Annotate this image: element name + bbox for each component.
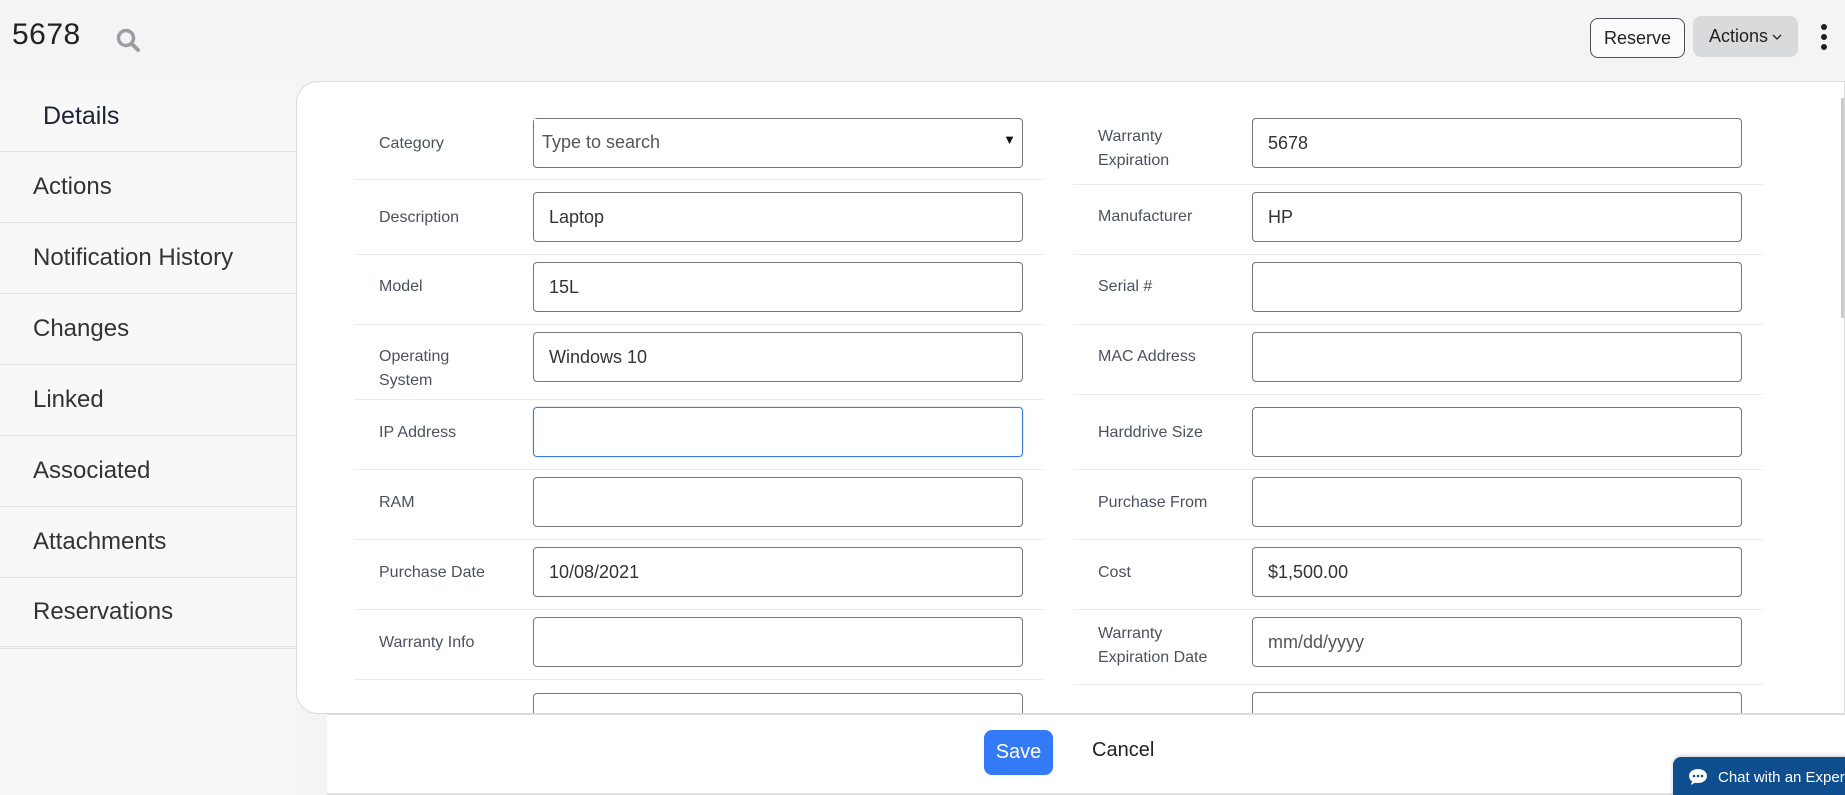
field-label: Description: [379, 209, 460, 226]
field-label: Purchase From: [1098, 494, 1208, 511]
form-row-category: Category ▼: [354, 117, 1044, 180]
caret-down-icon: ▼: [1003, 132, 1016, 147]
sidebar-item-details[interactable]: Details: [0, 81, 296, 152]
field-label: Category: [379, 135, 444, 152]
kebab-dot: [1821, 34, 1827, 40]
field-label: Harddrive Size: [1098, 424, 1203, 441]
form-row-model: Model: [354, 255, 1044, 325]
search-icon[interactable]: [114, 26, 142, 54]
details-panel: Category ▼ Description Model Operating S…: [296, 81, 1845, 714]
form-row-ram: RAM: [354, 470, 1044, 540]
field-label: Warranty Expiration Date: [1098, 625, 1208, 666]
sidebar-nav: Details Actions Notification History Cha…: [0, 81, 296, 795]
form-row-warranty-expiration-date: Warranty Expiration Date: [1073, 610, 1763, 685]
chevron-down-icon: [1772, 34, 1782, 40]
sidebar-item-changes[interactable]: Changes: [0, 294, 296, 365]
sidebar-item-attachments[interactable]: Attachments: [0, 507, 296, 578]
form-row-manufacturer: Manufacturer: [1073, 185, 1763, 255]
form-row-description: Description: [354, 180, 1044, 255]
sidebar-item-notification-history[interactable]: Notification History: [0, 223, 296, 294]
sidebar-item-linked[interactable]: Linked: [0, 365, 296, 436]
field-label: Manufacturer: [1098, 208, 1193, 225]
form-row-operating-system: Operating System: [354, 325, 1044, 400]
kebab-dot: [1821, 24, 1827, 30]
form-row-harddrive-size: Harddrive Size: [1073, 395, 1763, 470]
sidebar-item-associated[interactable]: Associated: [0, 436, 296, 507]
partial-input[interactable]: [1252, 692, 1742, 713]
form-row-cost: Cost: [1073, 540, 1763, 610]
ip-address-input[interactable]: [533, 407, 1023, 457]
sidebar-item-actions[interactable]: Actions: [0, 152, 296, 223]
serial-number-input[interactable]: [1252, 262, 1742, 312]
chat-bubble-icon: [1689, 769, 1707, 785]
field-label: Serial #: [1098, 278, 1153, 295]
model-input[interactable]: [533, 262, 1023, 312]
mac-address-input[interactable]: [1252, 332, 1742, 382]
form-row-partial: [354, 680, 1044, 713]
field-label: Purchase Date: [379, 564, 485, 581]
form-row-warranty-expiration: Warranty Expiration: [1073, 117, 1763, 185]
panel-scrollbar[interactable]: [1841, 98, 1844, 318]
description-input[interactable]: [533, 192, 1023, 242]
field-label: IP Address: [379, 424, 457, 441]
save-button[interactable]: Save: [984, 730, 1053, 775]
manufacturer-input[interactable]: [1252, 192, 1742, 242]
field-label: Warranty Expiration: [1098, 128, 1170, 169]
form-column-left: Category ▼ Description Model Operating S…: [354, 117, 1044, 713]
more-options-icon[interactable]: [1817, 20, 1831, 54]
partial-input[interactable]: [533, 693, 1023, 713]
field-label: Warranty Info: [379, 634, 475, 651]
form-row-serial: Serial #: [1073, 255, 1763, 325]
reserve-button[interactable]: Reserve: [1590, 18, 1685, 58]
field-label: Model: [379, 278, 423, 295]
chat-label: Chat with an Expert: [1718, 768, 1845, 786]
form-row-purchase-date: Purchase Date: [354, 540, 1044, 610]
actions-label: Actions: [1708, 26, 1769, 46]
top-header: 5678 Reserve Actions: [0, 0, 1845, 81]
form-row-ip-address: IP Address: [354, 400, 1044, 470]
field-label: Operating System: [379, 348, 450, 389]
form-column-right: Warranty Expiration Manufacturer Serial …: [1073, 117, 1763, 713]
operating-system-input[interactable]: [533, 332, 1023, 382]
purchase-from-input[interactable]: [1252, 477, 1742, 527]
cancel-button[interactable]: Cancel: [1092, 739, 1154, 762]
form-row-warranty-info: Warranty Info: [354, 610, 1044, 680]
sidebar-item-reservations[interactable]: Reservations: [0, 578, 296, 649]
kebab-dot: [1821, 44, 1827, 50]
field-label: Cost: [1098, 564, 1131, 581]
field-label: MAC Address: [1098, 348, 1196, 365]
warranty-info-input[interactable]: [533, 617, 1023, 667]
field-label: RAM: [379, 494, 415, 511]
cost-input[interactable]: [1252, 547, 1742, 597]
chat-with-expert-button[interactable]: Chat with an Expert: [1673, 757, 1845, 795]
warranty-expiration-input[interactable]: [1252, 118, 1742, 168]
form-footer: Save Cancel: [327, 714, 1845, 795]
purchase-date-input[interactable]: [533, 547, 1023, 597]
category-search-input[interactable]: [534, 119, 974, 165]
form-row-partial: [1073, 685, 1763, 713]
form-row-purchase-from: Purchase From: [1073, 470, 1763, 540]
ram-input[interactable]: [533, 477, 1023, 527]
harddrive-size-input[interactable]: [1252, 407, 1742, 457]
actions-dropdown-button[interactable]: Actions: [1693, 16, 1798, 57]
category-select[interactable]: ▼: [533, 118, 1023, 168]
page-title: 5678: [12, 18, 81, 51]
warranty-expiration-date-input[interactable]: [1252, 617, 1742, 667]
form-row-mac-address: MAC Address: [1073, 325, 1763, 395]
